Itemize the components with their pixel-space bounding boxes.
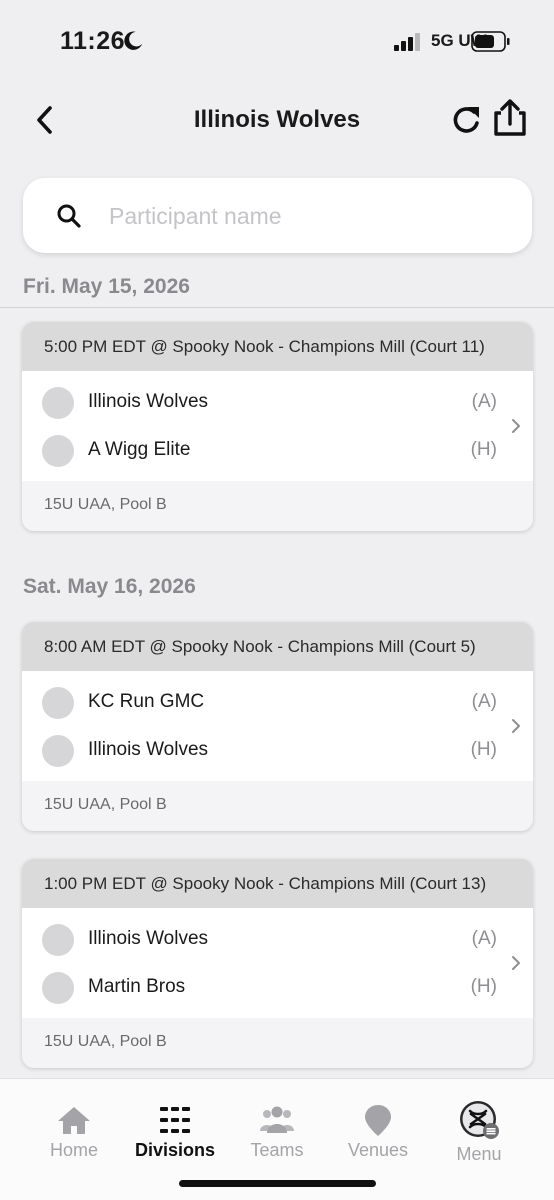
share-button[interactable] bbox=[491, 98, 529, 138]
team-name: Illinois Wolves bbox=[88, 391, 209, 412]
game-time-venue: 8:00 AM EDT @ Spooky Nook - Champions Mi… bbox=[22, 622, 533, 671]
chevron-right-icon bbox=[512, 956, 520, 970]
team-row: Illinois Wolves (A) bbox=[22, 378, 533, 426]
team-side: (A) bbox=[471, 391, 497, 412]
team-row: Illinois Wolves (A) bbox=[22, 915, 533, 963]
tab-menu[interactable]: Menu bbox=[427, 1079, 531, 1179]
moon-icon bbox=[124, 31, 143, 50]
team-logo bbox=[42, 435, 74, 467]
team-logo bbox=[42, 387, 74, 419]
team-side: (H) bbox=[470, 739, 497, 760]
team-name: KC Run GMC bbox=[88, 691, 205, 712]
search-input[interactable] bbox=[109, 196, 509, 236]
team-side: (H) bbox=[470, 976, 497, 997]
game-time-venue: 1:00 PM EDT @ Spooky Nook - Champions Mi… bbox=[22, 859, 533, 908]
game-teams: Illinois Wolves (A) A Wigg Elite (H) bbox=[22, 371, 533, 481]
game-division: 15U UAA, Pool B bbox=[44, 1033, 167, 1050]
team-name: Martin Bros bbox=[88, 976, 186, 997]
status-bar: 11:26 5G UW bbox=[0, 0, 554, 84]
tab-label: Menu bbox=[456, 1144, 502, 1164]
day-header: Sat. May 16, 2026 bbox=[23, 575, 196, 598]
refresh-button[interactable] bbox=[450, 102, 484, 138]
game-teams: KC Run GMC (A) Illinois Wolves (H) bbox=[22, 671, 533, 781]
battery-icon bbox=[471, 31, 510, 52]
divider bbox=[0, 307, 554, 308]
game-division: 15U UAA, Pool B bbox=[44, 796, 167, 813]
menu-logo-icon bbox=[460, 1101, 499, 1139]
game-division: 15U UAA, Pool B bbox=[44, 496, 167, 513]
teams-icon bbox=[260, 1106, 294, 1133]
tab-home[interactable]: Home bbox=[22, 1079, 126, 1179]
app-header: Illinois Wolves bbox=[0, 90, 554, 152]
tab-label: Divisions bbox=[134, 1140, 216, 1160]
team-row: Martin Bros (H) bbox=[22, 963, 533, 1011]
divisions-icon bbox=[160, 1107, 190, 1133]
team-row: KC Run GMC (A) bbox=[22, 678, 533, 726]
game-card[interactable]: 5:00 PM EDT @ Spooky Nook - Champions Mi… bbox=[22, 322, 533, 531]
team-logo bbox=[42, 924, 74, 956]
chevron-right-icon bbox=[512, 719, 520, 733]
team-name: Illinois Wolves bbox=[88, 739, 209, 760]
home-icon bbox=[58, 1107, 90, 1134]
home-indicator bbox=[179, 1180, 376, 1187]
day-header: Fri. May 15, 2026 bbox=[23, 275, 190, 298]
status-time: 11:26 bbox=[60, 27, 126, 55]
tab-divisions[interactable]: Divisions bbox=[123, 1079, 227, 1179]
search-icon bbox=[57, 204, 81, 228]
tab-label: Home bbox=[49, 1140, 98, 1160]
tab-label: Teams bbox=[250, 1140, 304, 1160]
team-logo bbox=[42, 735, 74, 767]
chevron-right-icon bbox=[512, 419, 520, 433]
team-side: (A) bbox=[471, 928, 497, 949]
tab-teams[interactable]: Teams bbox=[225, 1079, 329, 1179]
team-row: A Wigg Elite (H) bbox=[22, 426, 533, 474]
team-name: A Wigg Elite bbox=[88, 439, 191, 460]
team-row: Illinois Wolves (H) bbox=[22, 726, 533, 774]
game-card[interactable]: 1:00 PM EDT @ Spooky Nook - Champions Mi… bbox=[22, 859, 533, 1068]
signal-icon bbox=[394, 33, 420, 51]
game-time-venue: 5:00 PM EDT @ Spooky Nook - Champions Mi… bbox=[22, 322, 533, 371]
venue-pin-icon bbox=[365, 1105, 391, 1136]
team-side: (A) bbox=[471, 691, 497, 712]
tab-label: Venues bbox=[347, 1140, 409, 1160]
team-logo bbox=[42, 687, 74, 719]
game-teams: Illinois Wolves (A) Martin Bros (H) bbox=[22, 908, 533, 1018]
tab-venues[interactable]: Venues bbox=[326, 1079, 430, 1179]
game-card[interactable]: 8:00 AM EDT @ Spooky Nook - Champions Mi… bbox=[22, 622, 533, 831]
team-logo bbox=[42, 972, 74, 1004]
search-bar[interactable] bbox=[23, 178, 532, 253]
team-name: Illinois Wolves bbox=[88, 928, 209, 949]
team-side: (H) bbox=[470, 439, 497, 460]
